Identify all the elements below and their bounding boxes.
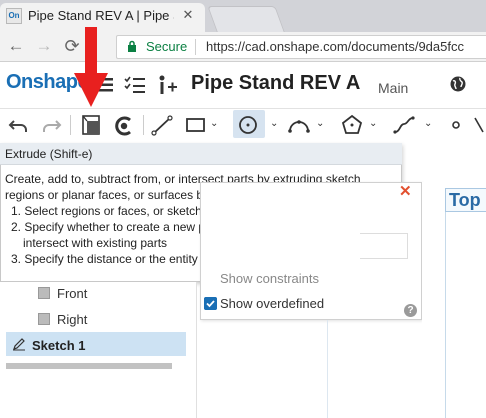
redo-icon[interactable] [40,112,62,138]
plane-icon [38,313,50,325]
address-bar-divider [195,39,196,55]
rectangle-icon[interactable] [184,112,208,138]
back-arrow-icon[interactable]: ← [6,36,26,56]
sketch-grid-line [445,212,446,418]
panel-divider [196,282,197,418]
sketch-label: Sketch 1 [32,338,86,353]
toolbar-divider [70,115,71,135]
sketch-plane-field[interactable] [360,233,408,259]
polygon-icon[interactable] [340,112,364,138]
close-icon[interactable]: ✕ [399,184,413,200]
document-title[interactable]: Pipe Stand REV A [191,72,360,95]
rectangle-dropdown-icon[interactable]: ⌄ [210,118,218,129]
tab-close-icon[interactable]: ✕ [180,7,196,23]
point-icon[interactable] [448,112,464,138]
globe-icon[interactable] [450,76,466,92]
workspace-name[interactable]: Main [378,80,408,96]
feature-list-icon[interactable] [124,76,146,94]
arc-icon[interactable] [286,112,312,138]
view-cube-label: Top [449,190,481,210]
lock-icon [128,40,136,52]
show-overdefined-checkbox[interactable] [204,297,217,310]
onshape-favicon-icon: On [6,8,22,24]
insert-icon[interactable] [156,74,178,96]
tooltip-title: Extrude (Shift-e) [5,147,93,161]
more-tools-icon[interactable] [472,112,486,138]
pencil-icon [13,338,25,351]
graphics-viewport[interactable] [422,182,486,418]
feature-tree-item-front[interactable]: Front [57,286,87,301]
show-constraints-label[interactable]: Show constraints [220,271,319,286]
plane-icon [38,287,50,299]
revolve-icon[interactable] [112,112,136,138]
circle-dropdown-icon[interactable]: ⌄ [270,118,278,129]
horizontal-scrollbar[interactable] [6,363,172,369]
extrude-icon[interactable] [78,112,104,138]
secure-label: Secure [146,39,188,54]
annotation-arrow [74,27,108,107]
arc-dropdown-icon[interactable]: ⌄ [316,118,324,129]
circle-icon[interactable] [236,112,260,138]
feature-tree-item-right[interactable]: Right [57,312,87,327]
toolbar-divider [143,115,144,135]
polygon-dropdown-icon[interactable]: ⌄ [369,118,377,129]
show-overdefined-label[interactable]: Show overdefined [220,296,324,311]
forward-arrow-icon[interactable]: → [34,36,54,56]
url-text[interactable]: https://cad.onshape.com/documents/9da5fc… [206,39,486,55]
spline-dropdown-icon[interactable]: ⌄ [424,118,432,129]
browser-tab-title[interactable]: Pipe Stand REV A | Pipe S [28,8,174,24]
new-tab-button[interactable] [207,6,285,32]
spline-icon[interactable] [392,112,416,138]
sketch-grid-line [327,320,328,418]
line-icon[interactable] [150,112,174,138]
undo-icon[interactable] [8,112,30,138]
help-icon[interactable]: ? [404,304,417,317]
